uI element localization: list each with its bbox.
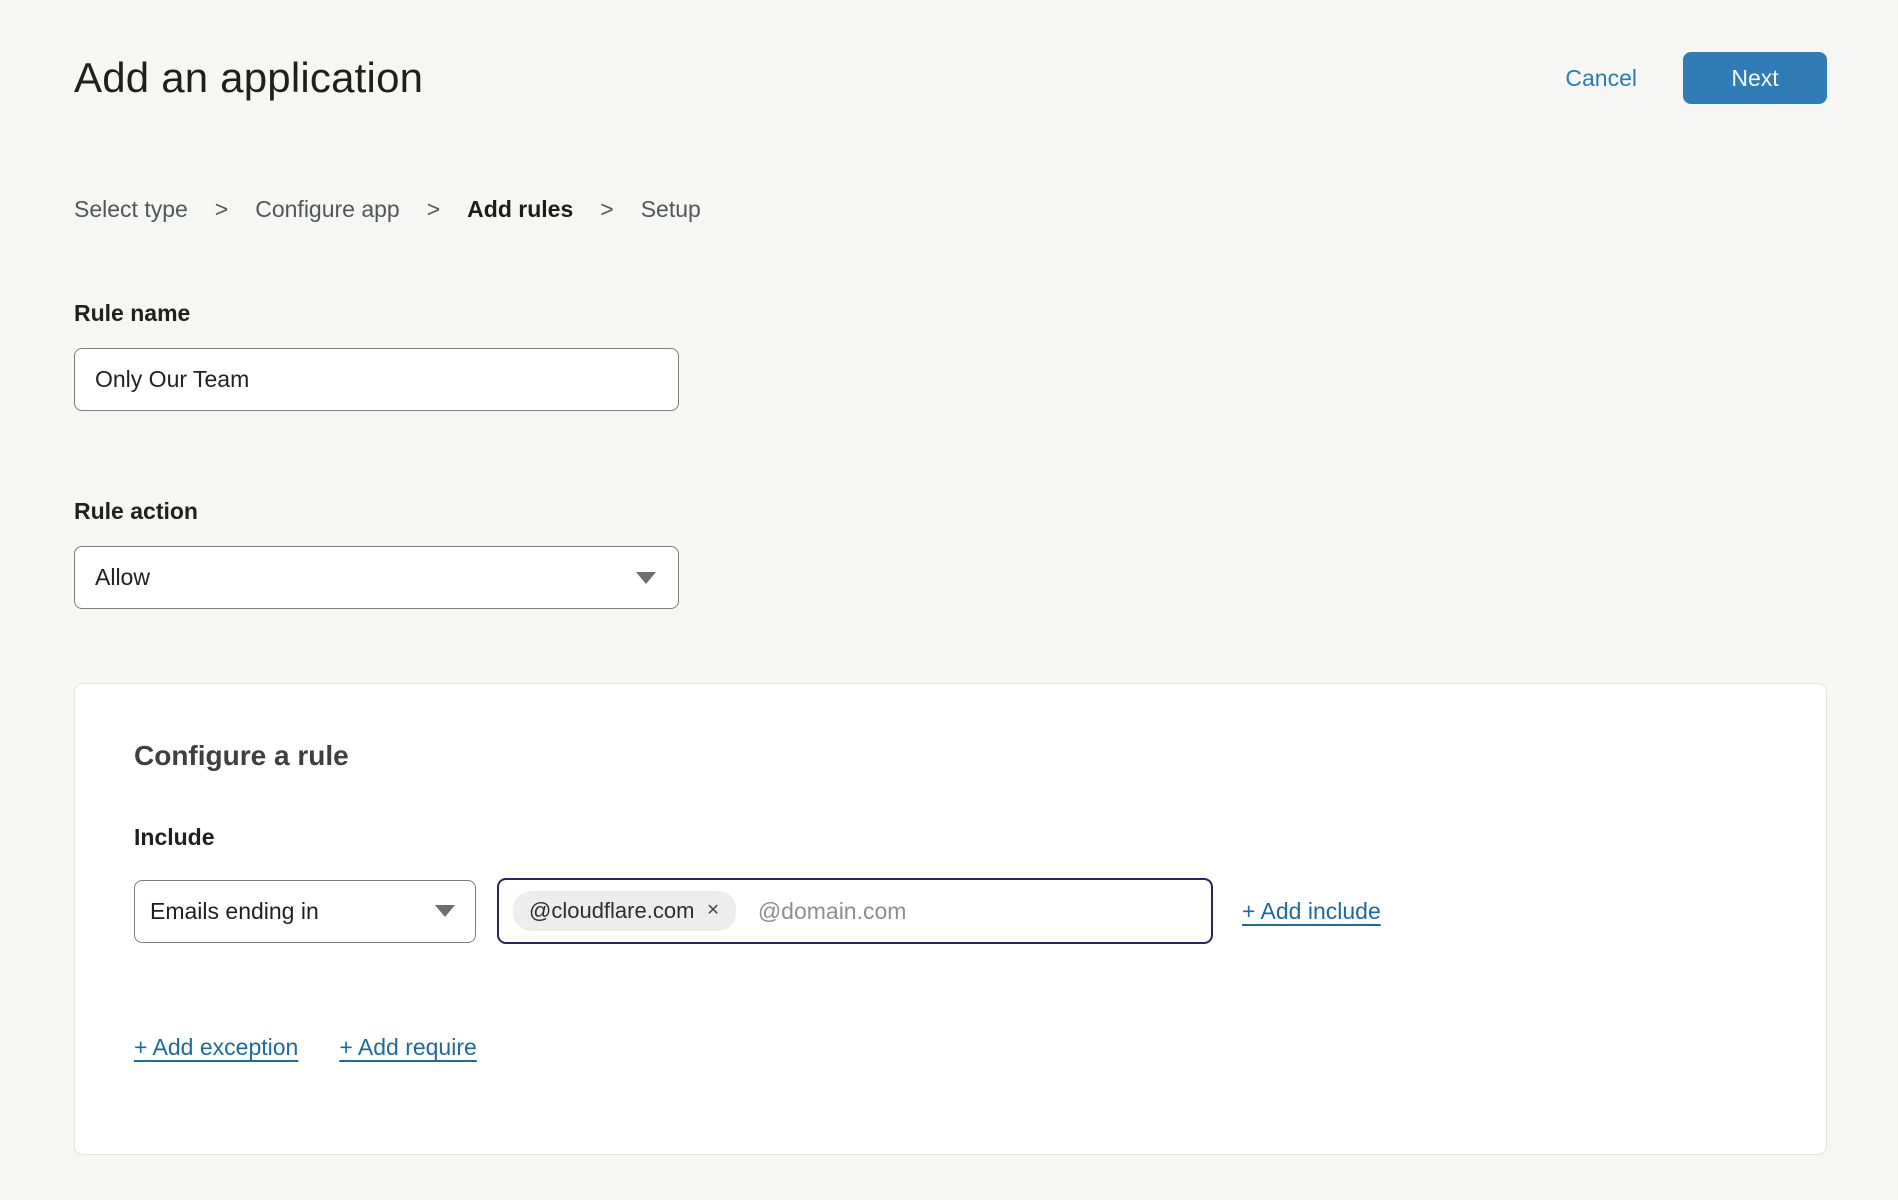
- email-domain-input[interactable]: [758, 898, 1197, 925]
- rule-name-label: Rule name: [74, 300, 1827, 327]
- include-selector-select[interactable]: Emails ending in: [134, 880, 476, 943]
- rule-extra-links-row: + Add exception + Add require: [134, 1034, 1767, 1061]
- rule-action-field-group: Rule action Allow: [74, 498, 1827, 609]
- rule-action-label: Rule action: [74, 498, 1827, 525]
- page-title: Add an application: [74, 54, 423, 102]
- breadcrumb-step-configure-app[interactable]: Configure app: [255, 196, 400, 223]
- include-label: Include: [134, 824, 1767, 851]
- configure-rule-title: Configure a rule: [134, 740, 1767, 772]
- breadcrumb-step-select-type[interactable]: Select type: [74, 196, 188, 223]
- breadcrumb-step-setup[interactable]: Setup: [641, 196, 701, 223]
- breadcrumb: Select type > Configure app > Add rules …: [74, 196, 1827, 223]
- include-selector-value: Emails ending in: [150, 898, 319, 925]
- add-exception-link[interactable]: + Add exception: [134, 1034, 298, 1061]
- rule-name-field-group: Rule name: [74, 300, 1827, 411]
- rule-action-select[interactable]: Allow: [74, 546, 679, 609]
- email-domain-tag: @cloudflare.com ✕: [513, 891, 736, 931]
- include-rule-row: Emails ending in @cloudflare.com ✕ + Add…: [134, 878, 1767, 944]
- rule-name-input[interactable]: [74, 348, 679, 411]
- configure-rule-card: Configure a rule Include Emails ending i…: [74, 683, 1827, 1155]
- rule-action-selected-value: Allow: [95, 564, 150, 591]
- page-header: Add an application Cancel Next: [74, 52, 1827, 104]
- add-include-link[interactable]: + Add include: [1242, 898, 1381, 925]
- chevron-down-icon: [636, 572, 656, 584]
- email-domains-input-container[interactable]: @cloudflare.com ✕: [497, 878, 1213, 944]
- breadcrumb-step-add-rules[interactable]: Add rules: [467, 196, 573, 223]
- chevron-down-icon: [435, 905, 455, 917]
- remove-tag-icon[interactable]: ✕: [706, 903, 719, 919]
- breadcrumb-separator: >: [215, 196, 228, 223]
- add-require-link[interactable]: + Add require: [339, 1034, 476, 1061]
- header-actions: Cancel Next: [1565, 52, 1827, 104]
- email-domain-tag-label: @cloudflare.com: [529, 898, 694, 924]
- breadcrumb-separator: >: [600, 196, 613, 223]
- cancel-button[interactable]: Cancel: [1565, 65, 1637, 92]
- add-application-page: Add an application Cancel Next Select ty…: [0, 0, 1898, 1195]
- next-button[interactable]: Next: [1683, 52, 1827, 104]
- breadcrumb-separator: >: [427, 196, 440, 223]
